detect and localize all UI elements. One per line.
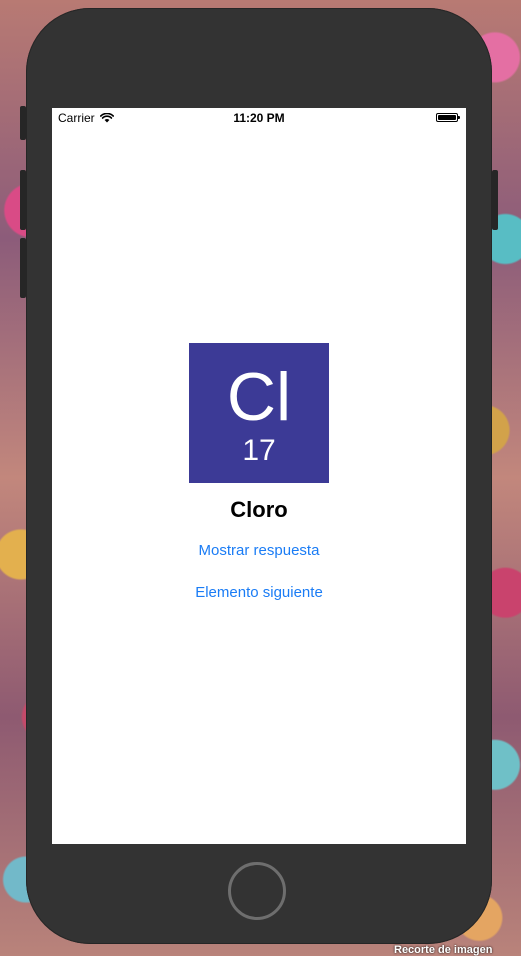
- status-time: 11:20 PM: [233, 111, 285, 125]
- battery-level: [438, 115, 456, 120]
- volume-up-button: [20, 170, 26, 230]
- mute-switch: [20, 106, 26, 140]
- element-atomic-number: 17: [242, 434, 276, 467]
- battery-cap: [458, 116, 460, 119]
- volume-down-button: [20, 238, 26, 298]
- element-name: Cloro: [230, 497, 288, 522]
- element-tile: Cl 17: [189, 343, 329, 483]
- power-button: [492, 170, 498, 230]
- screenshot-caption: Recorte de imagen: [394, 944, 493, 956]
- next-element-button[interactable]: Elemento siguiente: [52, 584, 466, 601]
- battery-icon: [436, 113, 460, 122]
- element-symbol: Cl: [226, 359, 292, 435]
- app-screen: Carrier 11:20 PM Cl 17 Cloro Mostrar res…: [52, 108, 466, 844]
- show-answer-button[interactable]: Mostrar respuesta: [52, 542, 466, 559]
- home-button[interactable]: [228, 862, 286, 920]
- status-bar: Carrier 11:20 PM: [52, 108, 466, 128]
